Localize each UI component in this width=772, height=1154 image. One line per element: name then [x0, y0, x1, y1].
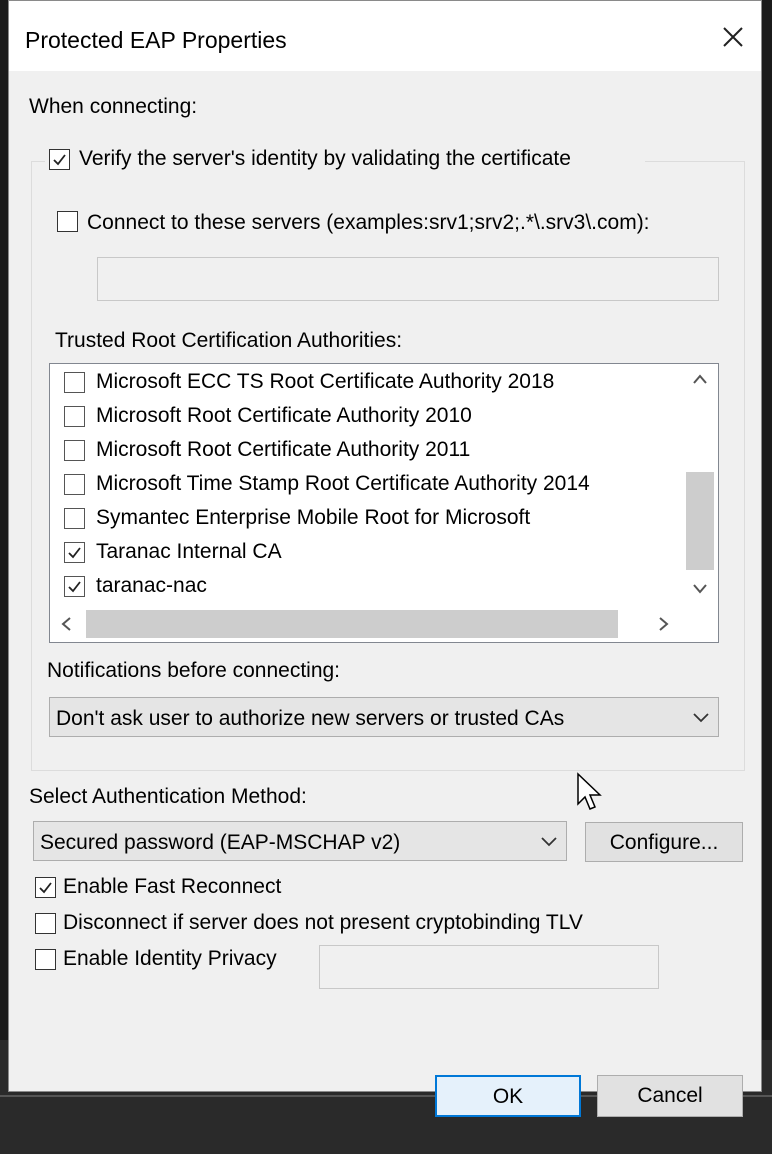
auth-method-value: Secured password (EAP-MSCHAP v2) [40, 831, 401, 854]
ok-button[interactable]: OK [435, 1075, 581, 1117]
chevron-down-icon [541, 837, 557, 847]
servers-input[interactable] [97, 257, 719, 301]
mouse-cursor-icon [577, 772, 602, 810]
title-bar: Protected EAP Properties [9, 1, 761, 71]
item-checkbox[interactable] [64, 508, 85, 529]
list-item[interactable]: Microsoft ECC TS Root Certificate Author… [50, 366, 680, 400]
notifications-dropdown[interactable]: Don't ask user to authorize new servers … [49, 697, 719, 737]
dialog-title: Protected EAP Properties [25, 27, 287, 53]
cancel-button[interactable]: Cancel [597, 1075, 743, 1117]
when-connecting-label: When connecting: [29, 95, 198, 118]
item-label: Microsoft Root Certificate Authority 201… [96, 438, 471, 461]
item-label: Microsoft Root Certificate Authority 201… [96, 404, 472, 427]
item-label: taranac-nac [96, 574, 207, 597]
vertical-scroll-thumb[interactable] [686, 472, 714, 570]
list-item[interactable]: Taranac Internal CA [50, 536, 680, 570]
item-checkbox[interactable] [64, 474, 85, 495]
horizontal-scrollbar[interactable] [50, 606, 718, 642]
close-icon[interactable] [715, 19, 751, 55]
item-checkbox[interactable] [64, 542, 85, 563]
configure-button[interactable]: Configure... [585, 822, 743, 862]
cancel-button-label: Cancel [637, 1084, 703, 1107]
connect-servers-label: Connect to these servers (examples:srv1;… [87, 211, 650, 234]
verify-server-label: Verify the server's identity by validati… [79, 147, 571, 170]
configure-button-label: Configure... [609, 831, 719, 854]
identity-privacy-checkbox[interactable] [35, 949, 56, 970]
auth-method-dropdown[interactable]: Secured password (EAP-MSCHAP v2) [33, 821, 567, 861]
scroll-down-icon[interactable] [692, 582, 708, 600]
peap-properties-dialog: Protected EAP Properties When connecting… [8, 0, 762, 1117]
verify-server-checkbox[interactable] [49, 149, 70, 170]
item-label: Microsoft ECC TS Root Certificate Author… [96, 370, 555, 393]
item-label: Microsoft Time Stamp Root Certificate Au… [96, 472, 590, 495]
scroll-left-icon[interactable] [60, 616, 72, 637]
identity-privacy-input[interactable] [319, 945, 659, 989]
fast-reconnect-checkbox[interactable] [35, 877, 56, 898]
auth-method-label: Select Authentication Method: [29, 785, 307, 808]
verify-server-row[interactable]: Verify the server's identity by validati… [45, 147, 645, 177]
scroll-right-icon[interactable] [658, 616, 670, 637]
trusted-root-list[interactable]: Microsoft ECC TS Root Certificate Author… [49, 363, 719, 643]
list-item[interactable]: Microsoft Root Certificate Authority 201… [50, 434, 680, 468]
scroll-up-icon[interactable] [692, 372, 708, 390]
item-checkbox[interactable] [64, 440, 85, 461]
notifications-label: Notifications before connecting: [47, 659, 341, 682]
item-label: Taranac Internal CA [96, 540, 282, 563]
list-item[interactable]: Symantec Enterprise Mobile Root for Micr… [50, 502, 680, 536]
horizontal-scroll-thumb[interactable] [86, 610, 618, 638]
list-item[interactable]: Microsoft Time Stamp Root Certificate Au… [50, 468, 680, 502]
item-checkbox[interactable] [64, 372, 85, 393]
ok-button-label: OK [492, 1085, 524, 1108]
item-checkbox[interactable] [64, 406, 85, 427]
chevron-down-icon [693, 713, 709, 723]
cryptobinding-label: Disconnect if server does not present cr… [63, 911, 583, 934]
fast-reconnect-label: Enable Fast Reconnect [63, 875, 282, 898]
connect-servers-checkbox[interactable] [57, 211, 78, 232]
cryptobinding-checkbox[interactable] [35, 913, 56, 934]
list-item[interactable]: taranac-nac [50, 570, 680, 604]
vertical-scrollbar[interactable] [682, 364, 718, 606]
item-checkbox[interactable] [64, 576, 85, 597]
trusted-root-label: Trusted Root Certification Authorities: [55, 329, 403, 352]
list-item[interactable]: Microsoft Root Certificate Authority 201… [50, 400, 680, 434]
item-label: Symantec Enterprise Mobile Root for Micr… [96, 506, 531, 529]
notifications-value: Don't ask user to authorize new servers … [56, 707, 565, 730]
identity-privacy-label: Enable Identity Privacy [63, 947, 277, 970]
